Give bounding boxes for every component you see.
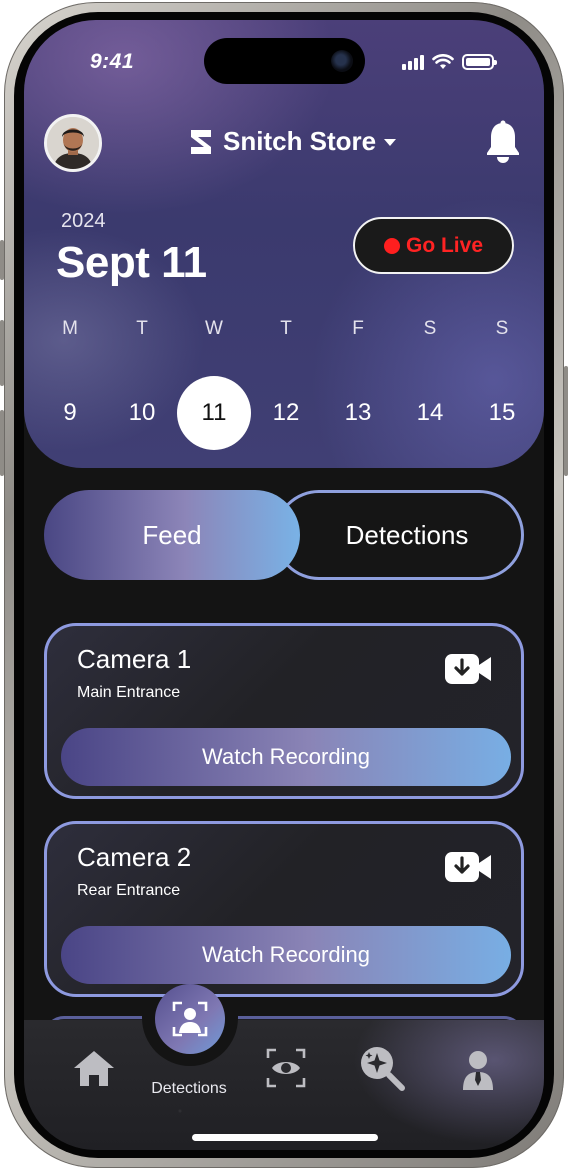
front-camera [331, 50, 353, 72]
person-icon[interactable] [460, 1050, 496, 1090]
live-dot-icon [383, 237, 400, 254]
day-number-selected: 11 [177, 376, 251, 450]
nav-active-label: Detections [151, 1080, 227, 1097]
day-number: 12 [272, 399, 300, 426]
day-letter: S [423, 318, 437, 339]
action-button [0, 240, 4, 280]
date-title: Sept 11 [56, 238, 207, 287]
status-icons [402, 54, 497, 70]
tab-detections-label: Detections [345, 520, 469, 550]
day-number: 10 [128, 399, 156, 426]
day-friday[interactable]: F 13 [322, 318, 394, 450]
nav-detections-button[interactable] [155, 984, 225, 1054]
store-name: Snitch Store [223, 126, 377, 156]
day-number: 9 [63, 399, 77, 426]
watch-recording-button[interactable]: Watch Recording [61, 926, 511, 984]
day-letter: F [352, 318, 364, 339]
status-time: 9:41 [90, 50, 135, 73]
face-scan-icon [172, 1001, 208, 1037]
battery-icon [462, 54, 497, 70]
user-photo [47, 117, 99, 169]
day-tuesday[interactable]: T 10 [106, 318, 178, 450]
day-number: 13 [344, 399, 372, 426]
day-letter: W [205, 318, 223, 339]
sparkle-search-icon[interactable] [358, 1044, 406, 1092]
camera-title: Camera 1 [77, 644, 192, 674]
home-indicator [192, 1134, 378, 1141]
camera-card[interactable]: Camera 2 Rear Entrance Watch Recording [44, 821, 524, 997]
go-live-button[interactable]: Go Live [353, 217, 514, 274]
store-selector[interactable]: Snitch Store [187, 126, 397, 157]
day-letter: M [62, 318, 78, 339]
cellular-signal-icon [402, 54, 424, 70]
day-number: 15 [488, 399, 516, 426]
camera-card[interactable]: Camera 1 Main Entrance Watch Recording [44, 623, 524, 799]
download-video-icon[interactable] [445, 652, 493, 686]
go-live-label: Go Live [405, 233, 484, 257]
volume-down-button [0, 410, 4, 476]
day-monday[interactable]: M 9 [34, 318, 106, 450]
day-letter: S [495, 318, 509, 339]
day-thursday[interactable]: T 12 [250, 318, 322, 450]
year-label: 2024 [61, 210, 106, 232]
day-number: 14 [416, 399, 444, 426]
day-saturday[interactable]: S 14 [394, 318, 466, 450]
avatar[interactable] [44, 114, 102, 172]
camera-title: Camera 2 [77, 842, 192, 872]
dynamic-island [204, 38, 365, 84]
watch-recording-button[interactable]: Watch Recording [61, 728, 511, 786]
snitch-logo-icon [191, 129, 211, 154]
volume-up-button [0, 320, 4, 386]
camera-location: Rear Entrance [77, 882, 181, 899]
camera-location: Main Entrance [77, 684, 181, 701]
wifi-icon [432, 54, 454, 69]
bell-icon[interactable] [484, 120, 522, 164]
download-video-icon[interactable] [445, 850, 493, 884]
home-icon[interactable] [72, 1048, 116, 1088]
day-letter: T [136, 318, 148, 339]
feed-detections-toggle: Feed Detections [44, 490, 524, 580]
day-letter: T [280, 318, 292, 339]
eye-icon[interactable] [266, 1048, 306, 1088]
app-screen: 9:41 Snitch Store 2024 Sept 11 Go Live M… [24, 20, 544, 1150]
power-button [564, 366, 568, 476]
tab-feed-label: Feed [142, 520, 202, 550]
day-wednesday[interactable]: W 11 [177, 318, 251, 450]
day-sunday[interactable]: S 15 [466, 318, 538, 450]
chevron-down-icon [384, 139, 397, 146]
